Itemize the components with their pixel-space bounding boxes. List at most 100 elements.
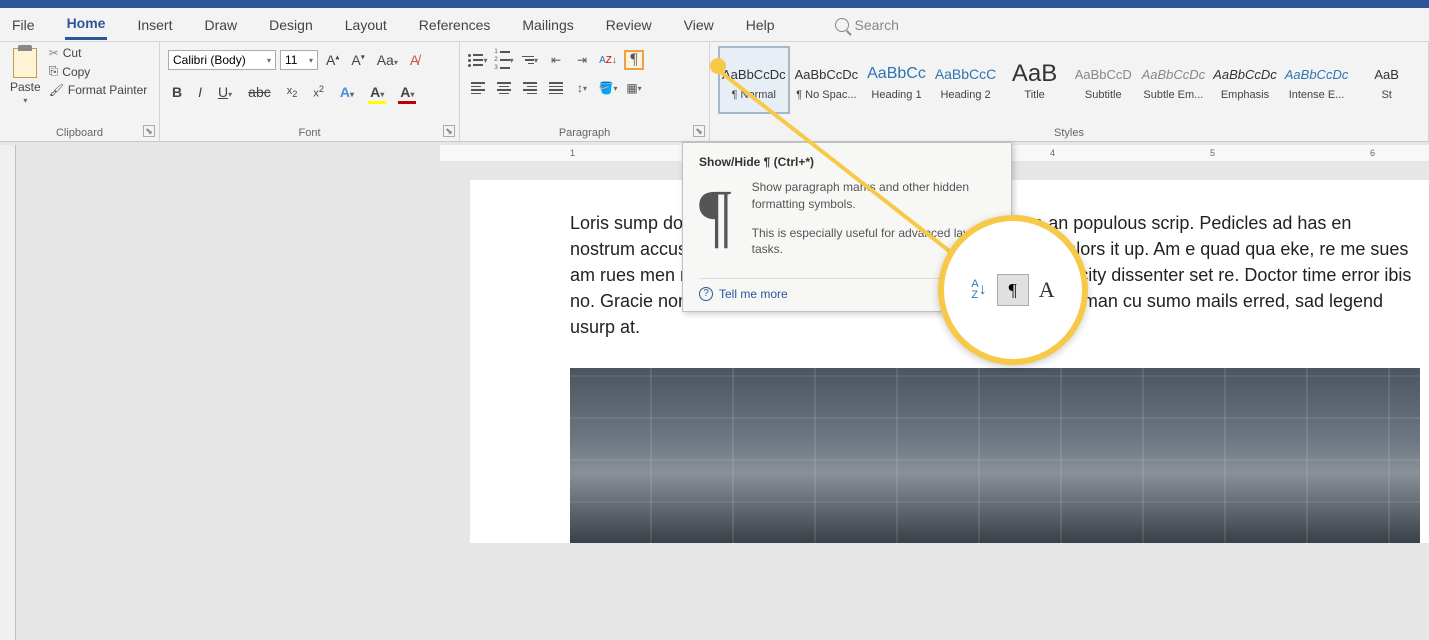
clear-format-button[interactable]: A̸ [406, 50, 423, 70]
style-st[interactable]: AaBSt [1353, 46, 1420, 114]
style-name: Title [1004, 89, 1065, 101]
shrink-font-button[interactable]: A▾ [347, 50, 368, 70]
tab-layout[interactable]: Layout [343, 11, 389, 39]
style-preview: AaBbCcC [935, 59, 996, 89]
bold-button[interactable]: B [168, 82, 186, 102]
style-preview: AaBbCcD [1075, 59, 1132, 89]
style--no-spac-[interactable]: AaBbCcDc¶ No Spac... [792, 46, 862, 114]
tab-mailings[interactable]: Mailings [520, 11, 575, 39]
italic-button[interactable]: I [194, 82, 206, 102]
style-heading-2[interactable]: AaBbCcCHeading 2 [932, 46, 999, 114]
ruler-mark: 6 [1370, 148, 1375, 158]
style-name: Subtle Em... [1142, 89, 1206, 101]
align-right-button[interactable] [520, 78, 540, 98]
ribbon-tabs: File Home Insert Draw Design Layout Refe… [0, 8, 1429, 42]
change-case-button[interactable]: Aa▾ [373, 50, 402, 70]
font-size-value: 11 [285, 53, 297, 67]
search-box[interactable]: Search [835, 17, 899, 33]
style-preview: AaBbCcDc [795, 59, 859, 89]
vertical-ruler [0, 145, 16, 640]
style-name: St [1356, 89, 1417, 101]
style-name: ¶ Normal [722, 89, 786, 101]
styles-group: AaBbCcDc¶ NormalAaBbCcDc¶ No Spac...AaBb… [710, 42, 1429, 141]
cut-button[interactable]: ✂ Cut [49, 46, 148, 60]
style-preview: AaBbCcDc [1142, 59, 1206, 89]
grow-font-button[interactable]: A▴ [322, 50, 343, 70]
help-icon: ? [699, 287, 713, 301]
title-bar [0, 0, 1429, 8]
align-center-button[interactable] [494, 78, 514, 98]
copy-icon: ⎘ [49, 64, 59, 79]
format-painter-label: Format Painter [68, 83, 147, 97]
paste-button[interactable]: Paste ▾ [8, 46, 43, 107]
cut-label: Cut [63, 46, 82, 60]
tab-draw[interactable]: Draw [202, 11, 239, 39]
paragraph-group-label: Paragraph [460, 127, 709, 139]
superscript-button[interactable]: x2 [309, 82, 328, 102]
clipboard-group: Paste ▾ ✂Cut ⎘Copy 🖌Format Painter Clipb… [0, 42, 160, 141]
increase-indent-button[interactable]: ⇥ [572, 50, 592, 70]
decrease-indent-button[interactable]: ⇤ [546, 50, 566, 70]
style-heading-1[interactable]: AaBbCcHeading 1 [863, 46, 930, 114]
clipboard-launcher[interactable]: ⬊ [143, 125, 155, 137]
style-preview: AaB [1374, 59, 1399, 89]
paragraph-group: ▾ 123▾ ▾ ⇤ ⇥ AZ↓ ¶ ↕▾ 🪣▾ ▦▾ Paragraph ⬊ [460, 42, 710, 141]
tab-references[interactable]: References [417, 11, 493, 39]
tab-design[interactable]: Design [267, 11, 315, 39]
style--normal[interactable]: AaBbCcDc¶ Normal [718, 46, 790, 114]
numbering-button[interactable]: 123▾ [494, 50, 514, 70]
underline-button[interactable]: U▾ [214, 82, 236, 102]
scissors-icon: ✂ [49, 46, 59, 60]
tab-review[interactable]: Review [604, 11, 654, 39]
style-subtle-em-[interactable]: AaBbCcDcSubtle Em... [1139, 46, 1209, 114]
zoom-sort-icon: AZ ↓ [971, 279, 986, 301]
style-name: ¶ No Spac... [795, 89, 859, 101]
tab-insert[interactable]: Insert [135, 11, 174, 39]
tab-file[interactable]: File [10, 11, 37, 39]
font-group: Calibri (Body)▾ 11▾ A▴ A▾ Aa▾ A̸ B I U▾ … [160, 42, 460, 141]
pilcrow-icon: ¶ [699, 179, 732, 270]
show-hide-button[interactable]: ¶ [624, 50, 644, 70]
paragraph-launcher[interactable]: ⬊ [693, 125, 705, 137]
style-preview: AaBbCcDc [1285, 59, 1349, 89]
zoom-arrow-icon: ↓ [979, 281, 987, 299]
callout-dot [710, 58, 726, 74]
text-effects-button[interactable]: A▾ [336, 82, 358, 102]
style-name: Emphasis [1213, 89, 1277, 101]
ruler-mark: 4 [1050, 148, 1055, 158]
tooltip-desc-1: Show paragraph marks and other hidden fo… [752, 179, 995, 213]
highlight-button[interactable]: A▾ [366, 82, 388, 102]
strikethrough-button[interactable]: abc [244, 82, 275, 102]
callout-zoom-circle: AZ ↓ ¶ A [938, 215, 1088, 365]
copy-button[interactable]: ⎘Copy [49, 64, 148, 79]
format-painter-button[interactable]: 🖌Format Painter [49, 83, 148, 97]
align-left-button[interactable] [468, 78, 488, 98]
copy-label: Copy [62, 65, 90, 79]
sort-button[interactable]: AZ↓ [598, 50, 618, 70]
zoom-style-preview: A [1039, 277, 1055, 303]
chevron-down-icon: ▾ [267, 56, 271, 65]
tab-home[interactable]: Home [65, 9, 108, 40]
font-size-combo[interactable]: 11 ▾ [280, 50, 318, 70]
chevron-down-icon: ▾ [309, 56, 313, 65]
tell-me-more-label: Tell me more [719, 287, 788, 301]
borders-button[interactable]: ▦▾ [624, 78, 644, 98]
document-image[interactable] [570, 368, 1420, 543]
font-color-button[interactable]: A▾ [396, 82, 418, 102]
tab-view[interactable]: View [682, 11, 716, 39]
subscript-button[interactable]: x2 [283, 83, 302, 101]
style-preview: AaBbCcDc [722, 59, 786, 89]
multilevel-button[interactable]: ▾ [520, 50, 540, 70]
font-name-combo[interactable]: Calibri (Body)▾ [168, 50, 276, 70]
style-title[interactable]: AaBTitle [1001, 46, 1068, 114]
shading-button[interactable]: 🪣▾ [598, 78, 618, 98]
justify-button[interactable] [546, 78, 566, 98]
line-spacing-button[interactable]: ↕▾ [572, 78, 592, 98]
bullets-button[interactable]: ▾ [468, 50, 488, 70]
style-emphasis[interactable]: AaBbCcDcEmphasis [1210, 46, 1280, 114]
font-launcher[interactable]: ⬊ [443, 125, 455, 137]
style-intense-e-[interactable]: AaBbCcDcIntense E... [1282, 46, 1352, 114]
style-subtitle[interactable]: AaBbCcDSubtitle [1070, 46, 1137, 114]
style-name: Heading 1 [866, 89, 927, 101]
tab-help[interactable]: Help [744, 11, 777, 39]
